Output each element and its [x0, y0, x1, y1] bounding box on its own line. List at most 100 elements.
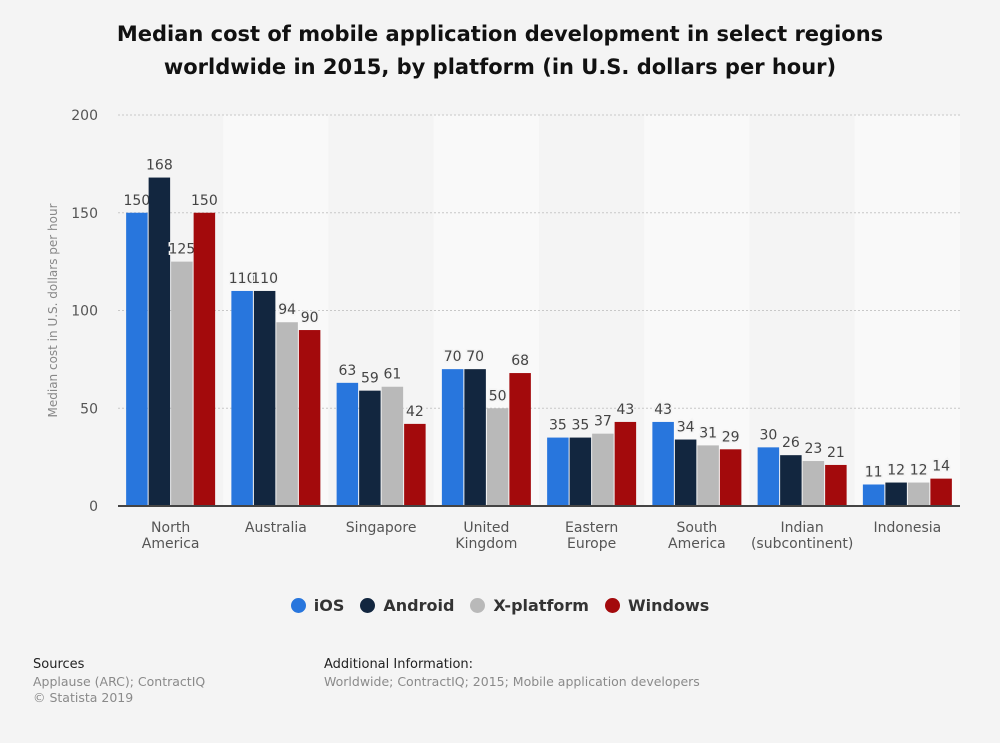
bar-ios	[757, 447, 780, 506]
data-label: 90	[301, 310, 319, 326]
data-label: 42	[406, 404, 424, 420]
bar-windows	[509, 373, 531, 506]
data-label: 21	[827, 445, 845, 461]
legend-item-windows[interactable]: Windows	[604, 596, 710, 615]
y-tick-label: 0	[89, 499, 98, 515]
legend-label: Android	[383, 596, 455, 615]
x-tick-label: America	[142, 536, 200, 552]
legend-dot-icon	[604, 598, 620, 613]
y-tick-label: 200	[71, 108, 98, 124]
bar-windows	[298, 330, 321, 506]
bar-chart: 0 50 100 150 200 Median cost in U.S. dollars …	[46, 108, 960, 552]
bar-android	[674, 439, 697, 506]
x-tick-label: Europe	[567, 536, 616, 552]
bar-windows	[193, 212, 216, 506]
additional-info-section: Additional Information: Worldwide; Contr…	[324, 657, 700, 690]
data-label: 35	[571, 418, 589, 434]
y-tick-label: 100	[71, 304, 98, 320]
bar-x-platform	[802, 461, 825, 506]
bar-x-platform	[171, 261, 193, 506]
sources-heading: Sources	[33, 657, 85, 672]
data-label: 70	[466, 349, 484, 365]
bar-windows	[614, 421, 637, 506]
data-label: 37	[594, 414, 612, 430]
data-label: 12	[910, 463, 928, 479]
data-label: 26	[782, 435, 800, 451]
legend-label: iOS	[313, 596, 345, 615]
copyright-text: © Statista 2019	[33, 690, 134, 705]
sources-text: Applause (ARC); ContractIQ	[33, 674, 206, 689]
data-label: 125	[169, 242, 196, 258]
bar-android	[253, 290, 276, 506]
bar-android	[464, 369, 486, 506]
data-label: 94	[278, 302, 296, 318]
additional-info-text: Worldwide; ContractIQ; 2015; Mobile appl…	[324, 674, 700, 689]
x-tick-label: Eastern	[565, 520, 618, 536]
bar-windows	[404, 423, 426, 506]
data-label: 70	[444, 349, 462, 365]
data-label: 61	[383, 367, 401, 383]
x-tick-label: America	[668, 536, 726, 552]
x-tick-label: Indian	[781, 520, 824, 536]
legend-item-ios[interactable]: iOS	[290, 596, 345, 615]
bar-x-platform	[381, 386, 404, 506]
y-axis-label: Median cost in U.S. dollars per hour	[46, 203, 60, 417]
data-label: 30	[759, 427, 777, 443]
bar-windows	[719, 449, 742, 506]
bar-android	[569, 437, 592, 506]
data-label: 63	[338, 363, 356, 379]
bar-ios	[231, 290, 253, 506]
legend-dot-icon	[290, 598, 306, 613]
legend-label: X-platform	[493, 596, 589, 615]
legend-dot-icon	[360, 598, 376, 613]
bar-android	[359, 390, 381, 506]
data-label: 110	[251, 271, 278, 287]
data-label: 50	[489, 388, 507, 404]
data-label: 168	[146, 158, 173, 174]
bar-ios	[652, 421, 674, 506]
x-tick-label: United	[463, 520, 509, 536]
bar-ios	[862, 484, 885, 506]
legend-item-x-platform[interactable]: X-platform	[470, 596, 589, 615]
data-label: 150	[124, 193, 151, 209]
bar-ios	[126, 212, 148, 506]
bar-x-platform	[697, 445, 719, 506]
bar-android	[885, 482, 907, 506]
x-tick-label: (subcontinent)	[751, 536, 853, 552]
bar-x-platform	[907, 482, 930, 506]
bar-android	[148, 177, 171, 506]
legend-label: Windows	[627, 596, 710, 615]
x-tick-label: South	[677, 520, 718, 536]
data-label: 14	[932, 459, 950, 475]
sources-section: Sources Applause (ARC); ContractIQ © Sta…	[33, 657, 205, 706]
legend-dot-icon	[470, 598, 486, 613]
legend-item-android[interactable]: Android	[360, 596, 454, 615]
data-label: 11	[865, 464, 883, 480]
bar-windows	[825, 464, 847, 506]
data-label: 43	[616, 402, 634, 418]
data-label: 31	[699, 425, 717, 441]
x-tick-label: Singapore	[346, 520, 417, 536]
x-tick-label: Kingdom	[455, 536, 517, 552]
data-label: 35	[549, 418, 567, 434]
y-tick-label: 50	[80, 401, 98, 417]
data-label: 150	[191, 193, 218, 209]
x-tick-label: Australia	[245, 520, 307, 536]
data-label: 34	[677, 420, 695, 436]
bar-x-platform	[592, 433, 614, 506]
bar-android	[780, 455, 802, 506]
y-tick-label: 150	[71, 206, 98, 222]
data-label: 23	[804, 441, 822, 457]
additional-info-heading: Additional Information:	[324, 657, 474, 672]
bar-x-platform	[486, 408, 509, 506]
x-tick-label: North	[151, 520, 190, 536]
chart-legend: iOS Android X-platform Windows	[0, 596, 1000, 615]
bar-x-platform	[276, 322, 298, 506]
data-label: 29	[722, 429, 740, 445]
data-label: 12	[887, 463, 905, 479]
bar-ios	[336, 382, 359, 506]
data-label: 68	[511, 353, 529, 369]
bar-ios	[547, 437, 569, 506]
data-label: 59	[361, 371, 379, 387]
bar-ios	[441, 369, 464, 506]
